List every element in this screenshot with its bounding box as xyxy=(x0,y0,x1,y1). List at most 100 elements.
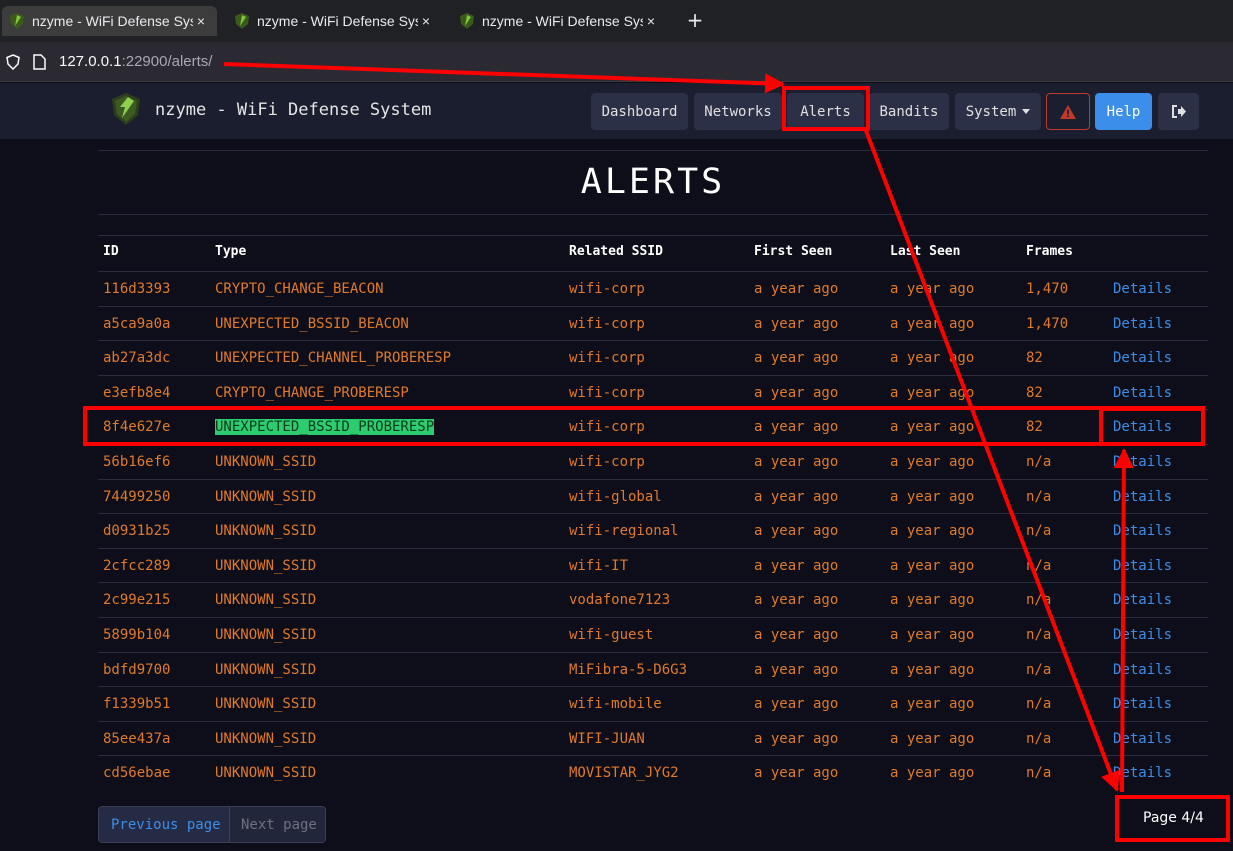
alert-type: CRYPTO_CHANGE_BEACON xyxy=(215,281,384,297)
alert-id: a5ca9a0a xyxy=(103,316,171,332)
details-link[interactable]: Details xyxy=(1113,765,1172,781)
details-link[interactable]: Details xyxy=(1113,316,1172,332)
alert-type: UNEXPECTED_CHANNEL_PROBERESP xyxy=(215,350,452,366)
alert-frames: n/a xyxy=(1026,523,1052,539)
details-link[interactable]: Details xyxy=(1113,662,1172,678)
details-link[interactable]: Details xyxy=(1113,489,1172,505)
close-icon[interactable]: × xyxy=(193,13,209,29)
previous-page-button[interactable]: Previous page xyxy=(99,807,229,842)
browser-tab[interactable]: nzyme - WiFi Defense System × xyxy=(227,6,442,36)
alert-ssid: wifi-corp xyxy=(569,281,645,297)
alert-last-seen: a year ago xyxy=(890,350,975,366)
table-row: 2c99e215 UNKNOWN_SSID vodafone7123 a yea… xyxy=(98,582,1208,616)
pagination: Previous page Next page xyxy=(98,806,326,843)
alert-type: UNKNOWN_SSID xyxy=(215,592,317,608)
new-tab-button[interactable]: + xyxy=(683,8,707,32)
alert-first-seen: a year ago xyxy=(754,316,839,332)
nav-bandits[interactable]: Bandits xyxy=(869,93,949,130)
alert-id: 85ee437a xyxy=(103,731,171,747)
alert-id: 2c99e215 xyxy=(103,592,171,608)
alert-last-seen: a year ago xyxy=(890,696,975,712)
alert-ssid: WIFI-JUAN xyxy=(569,731,645,747)
alert-last-seen: a year ago xyxy=(890,662,975,678)
alert-first-seen: a year ago xyxy=(754,419,839,435)
nav-networks[interactable]: Networks xyxy=(694,93,782,130)
table-row: d0931b25 UNKNOWN_SSID wifi-regional a ye… xyxy=(98,513,1208,547)
details-link[interactable]: Details xyxy=(1113,558,1172,574)
url-text[interactable]: 127.0.0.1:22900/alerts/ xyxy=(59,53,212,70)
alert-id: 74499250 xyxy=(103,489,171,505)
details-link[interactable]: Details xyxy=(1113,627,1172,643)
details-link[interactable]: Details xyxy=(1113,523,1172,539)
close-icon[interactable]: × xyxy=(418,13,434,29)
alert-frames: n/a xyxy=(1026,765,1052,781)
nav-dashboard[interactable]: Dashboard xyxy=(591,93,688,130)
details-link[interactable]: Details xyxy=(1113,281,1172,297)
address-bar[interactable]: 127.0.0.1:22900/alerts/ xyxy=(0,42,1233,82)
alarm-button[interactable] xyxy=(1046,93,1090,130)
shield-icon[interactable] xyxy=(6,54,20,70)
browser-tab-bar: nzyme - WiFi Defense System × nzyme - Wi… xyxy=(0,0,1233,42)
alert-first-seen: a year ago xyxy=(754,489,839,505)
alert-type: UNKNOWN_SSID xyxy=(215,558,317,574)
column-header-type: Type xyxy=(215,244,247,259)
browser-tab[interactable]: nzyme - WiFi Defense System × xyxy=(452,6,667,36)
alert-frames: 82 xyxy=(1026,385,1043,401)
table-row: 74499250 UNKNOWN_SSID wifi-global a year… xyxy=(98,479,1208,513)
alert-frames: n/a xyxy=(1026,627,1052,643)
alert-id: 5899b104 xyxy=(103,627,171,643)
url-host: 127.0.0.1 xyxy=(59,53,122,70)
help-button[interactable]: Help xyxy=(1095,93,1152,130)
details-link[interactable]: Details xyxy=(1113,350,1172,366)
column-header-frames: Frames xyxy=(1026,244,1073,259)
alert-id: 116d3393 xyxy=(103,281,171,297)
alert-ssid: wifi-corp xyxy=(569,454,645,470)
warning-icon xyxy=(1060,104,1076,119)
page-title: ALERTS xyxy=(580,162,726,202)
logout-button[interactable] xyxy=(1158,93,1199,130)
details-link[interactable]: Details xyxy=(1113,419,1172,435)
details-link[interactable]: Details xyxy=(1113,592,1172,608)
table-row: a5ca9a0a UNEXPECTED_BSSID_BEACON wifi-co… xyxy=(98,306,1208,340)
alert-first-seen: a year ago xyxy=(754,592,839,608)
alert-id: ab27a3dc xyxy=(103,350,171,366)
details-link[interactable]: Details xyxy=(1113,696,1172,712)
logout-icon xyxy=(1172,105,1186,118)
next-page-button[interactable]: Next page xyxy=(229,807,325,842)
divider xyxy=(98,235,1208,236)
alert-ssid: wifi-IT xyxy=(569,558,629,574)
chevron-down-icon xyxy=(1022,109,1031,114)
divider xyxy=(98,150,1208,151)
alert-id: e3efb8e4 xyxy=(103,385,171,401)
alert-type: UNKNOWN_SSID xyxy=(215,523,317,539)
alert-last-seen: a year ago xyxy=(890,592,975,608)
alert-last-seen: a year ago xyxy=(890,281,975,297)
column-header-id: ID xyxy=(103,244,119,259)
alert-last-seen: a year ago xyxy=(890,489,975,505)
nav-alerts[interactable]: Alerts xyxy=(787,93,864,130)
alert-last-seen: a year ago xyxy=(890,627,975,643)
alert-frames: 82 xyxy=(1026,350,1043,366)
alert-id: 56b16ef6 xyxy=(103,454,171,470)
details-link[interactable]: Details xyxy=(1113,385,1172,401)
details-link[interactable]: Details xyxy=(1113,454,1172,470)
alert-ssid: wifi-corp xyxy=(569,385,645,401)
table-row: cd56ebae UNKNOWN_SSID MOVISTAR_JYG2 a ye… xyxy=(98,755,1208,789)
alert-ssid: wifi-guest xyxy=(569,627,654,643)
alert-frames: n/a xyxy=(1026,454,1052,470)
close-icon[interactable]: × xyxy=(643,13,659,29)
nzyme-logo-icon[interactable] xyxy=(112,93,140,125)
alert-type: UNKNOWN_SSID xyxy=(215,731,317,747)
alert-type: UNKNOWN_SSID xyxy=(215,454,317,470)
alert-first-seen: a year ago xyxy=(754,662,839,678)
alert-frames: n/a xyxy=(1026,731,1052,747)
details-link[interactable]: Details xyxy=(1113,731,1172,747)
alert-frames: n/a xyxy=(1026,696,1052,712)
nav-system-dropdown[interactable]: System xyxy=(955,93,1041,130)
page-icon xyxy=(33,54,46,70)
page-indicator: Page 4/4 xyxy=(1143,810,1204,826)
tab-title: nzyme - WiFi Defense System xyxy=(482,13,643,29)
brand-title[interactable]: nzyme - WiFi Defense System xyxy=(155,100,431,120)
alert-ssid: wifi-regional xyxy=(569,523,679,539)
browser-tab[interactable]: nzyme - WiFi Defense System × xyxy=(2,6,217,36)
